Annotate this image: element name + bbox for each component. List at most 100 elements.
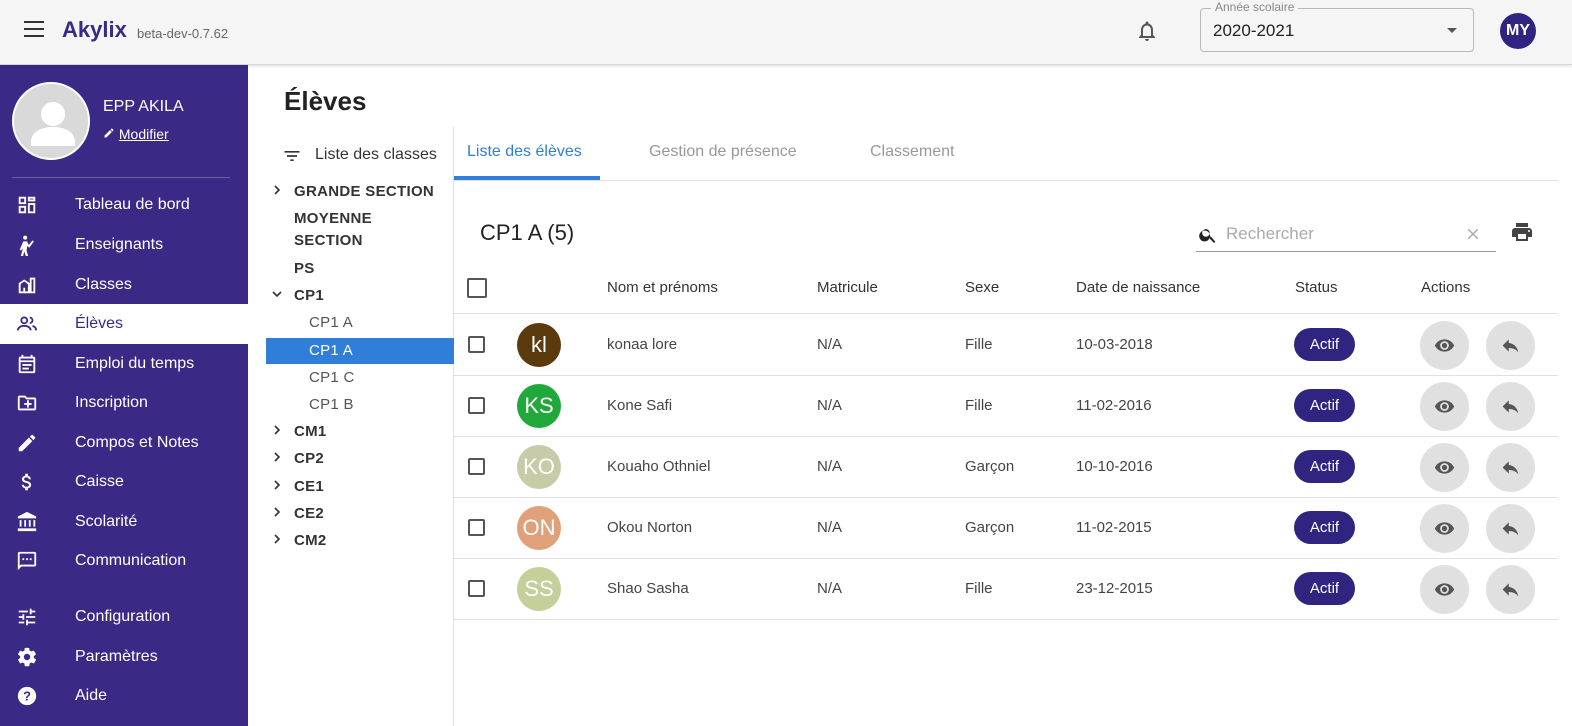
chevron-down-icon	[1447, 28, 1457, 33]
view-button[interactable]	[1420, 321, 1469, 370]
chevron-right-icon	[274, 534, 281, 544]
nav-cashier[interactable]: Caisse	[0, 462, 248, 502]
student-birthdate: 11-02-2016	[1076, 397, 1152, 414]
student-matricule: N/A	[817, 519, 843, 536]
tree-item-ce2[interactable]: CE2	[266, 503, 454, 525]
nav-grades[interactable]: Compos et Notes	[0, 423, 248, 463]
nav-teachers[interactable]: Enseignants	[0, 225, 248, 265]
eye-icon	[1434, 400, 1455, 413]
view-button[interactable]	[1420, 382, 1469, 431]
nav-label: Communication	[75, 552, 187, 569]
tree-item-label: CP2	[294, 450, 325, 467]
student-sex: Fille	[965, 336, 993, 353]
reply-button[interactable]	[1486, 565, 1535, 614]
student-avatar: kl	[517, 323, 561, 367]
row-checkbox[interactable]	[468, 397, 485, 414]
tree-item-cp1[interactable]: CP1	[266, 285, 454, 307]
reply-button[interactable]	[1486, 382, 1535, 431]
nav-label: Compos et Notes	[75, 434, 199, 451]
school-year-select[interactable]: Année scolaire 2020-2021	[1200, 0, 1474, 52]
reply-button[interactable]	[1486, 443, 1535, 492]
table-header: Nom et prénoms Matricule Sexe Date de na…	[454, 262, 1558, 314]
print-icon[interactable]	[1510, 220, 1534, 244]
nav-registration[interactable]: Inscription	[0, 383, 248, 423]
tree-item-ce1[interactable]: CE1	[266, 476, 454, 498]
nav-label: Classes	[75, 276, 132, 293]
nav-label: Emploi du temps	[75, 355, 195, 372]
pencil-icon	[18, 434, 36, 452]
search-input[interactable]	[1226, 221, 1456, 247]
brand-name: Akylix	[62, 17, 127, 42]
status-badge: Actif	[1294, 511, 1355, 544]
tab-student-list[interactable]: Liste des élèves	[467, 143, 582, 161]
nav-settings[interactable]: Paramètres	[0, 637, 248, 677]
select-all-checkbox[interactable]	[467, 278, 487, 298]
view-button[interactable]	[1420, 504, 1469, 553]
row-checkbox[interactable]	[468, 458, 485, 475]
divider	[12, 177, 230, 178]
chevron-down-icon	[272, 291, 282, 298]
nav-communication[interactable]: Communication	[0, 541, 248, 581]
search-icon	[1199, 229, 1216, 243]
table-row: SS Shao Sasha N/A Fille 23-12-2015 Actif	[454, 559, 1558, 620]
chevron-right-icon	[274, 425, 281, 435]
student-birthdate: 10-03-2018	[1076, 336, 1153, 353]
search-field	[1196, 218, 1496, 252]
view-button[interactable]	[1420, 565, 1469, 614]
user-avatar[interactable]: MY	[1500, 13, 1536, 49]
nav-dashboard[interactable]: Tableau de bord	[0, 185, 248, 225]
tab-ranking[interactable]: Classement	[870, 143, 954, 161]
tree-item-cp1-c[interactable]: CP1 C	[266, 367, 454, 389]
tree-item-cm1[interactable]: CM1	[266, 421, 454, 443]
students-icon	[16, 316, 38, 331]
svg-text:?: ?	[23, 689, 31, 704]
view-button[interactable]	[1420, 443, 1469, 492]
tree-item-cp2[interactable]: CP2	[266, 448, 454, 470]
tab-bar: Liste des élèves Gestion de présence Cla…	[454, 127, 1558, 181]
student-avatar: KO	[517, 445, 561, 489]
student-sex: Fille	[965, 580, 993, 597]
nav-students[interactable]: Élèves	[0, 304, 248, 344]
tree-item-label: MOYENNE SECTION	[294, 210, 372, 249]
nav-timetable[interactable]: Emploi du temps	[0, 344, 248, 384]
tree-item-cp1-b[interactable]: CP1 B	[266, 394, 454, 416]
eye-icon	[1434, 583, 1455, 596]
edit-profile-link[interactable]: Modifier	[103, 126, 169, 142]
tree-item-label: CE2	[294, 505, 325, 522]
class-title: CP1 A (5)	[480, 220, 575, 245]
tree-item-ps[interactable]: PS	[266, 258, 454, 280]
tree-item-label: CP1 A	[309, 314, 354, 331]
app-version: beta-dev-0.7.62	[137, 26, 229, 41]
tree-item-grande-section[interactable]: GRANDE SECTION	[266, 181, 454, 203]
page-title: Élèves	[284, 86, 367, 116]
gear-icon	[18, 647, 36, 667]
student-name: konaa lore	[607, 336, 678, 353]
student-matricule: N/A	[817, 458, 843, 475]
tree-item-cm2[interactable]: CM2	[266, 530, 454, 552]
nav-tuition[interactable]: Scolarité	[0, 502, 248, 542]
student-birthdate: 23-12-2015	[1076, 580, 1153, 597]
student-sex: Garçon	[965, 458, 1015, 475]
tree-item-label: PS	[294, 260, 315, 277]
nav-help[interactable]: ? Aide	[0, 676, 248, 716]
bell-icon[interactable]	[1135, 19, 1159, 43]
row-checkbox[interactable]	[468, 519, 485, 536]
table-row: KS Kone Safi N/A Fille 11-02-2016 Actif	[454, 376, 1558, 437]
student-avatar: KS	[517, 384, 561, 428]
menu-icon[interactable]	[24, 21, 46, 39]
row-checkbox[interactable]	[468, 580, 485, 597]
pencil-icon	[104, 128, 114, 138]
tree-item-cp1-a[interactable]: CP1 A	[266, 312, 454, 334]
row-checkbox[interactable]	[468, 336, 485, 353]
tree-item-moyenne-section[interactable]: MOYENNE SECTION	[266, 208, 454, 252]
column-name: Nom et prénoms	[607, 279, 718, 296]
nav-configuration[interactable]: Configuration	[0, 597, 248, 637]
status-badge: Actif	[1294, 389, 1355, 422]
reply-button[interactable]	[1486, 321, 1535, 370]
nav-classes[interactable]: Classes	[0, 265, 248, 305]
close-icon[interactable]	[1464, 225, 1482, 243]
tree-item-cp1-a-selected[interactable]: CP1 A	[266, 338, 454, 364]
reply-button[interactable]	[1486, 504, 1535, 553]
tab-attendance[interactable]: Gestion de présence	[649, 143, 797, 161]
tree-item-label: CM1	[294, 423, 327, 440]
